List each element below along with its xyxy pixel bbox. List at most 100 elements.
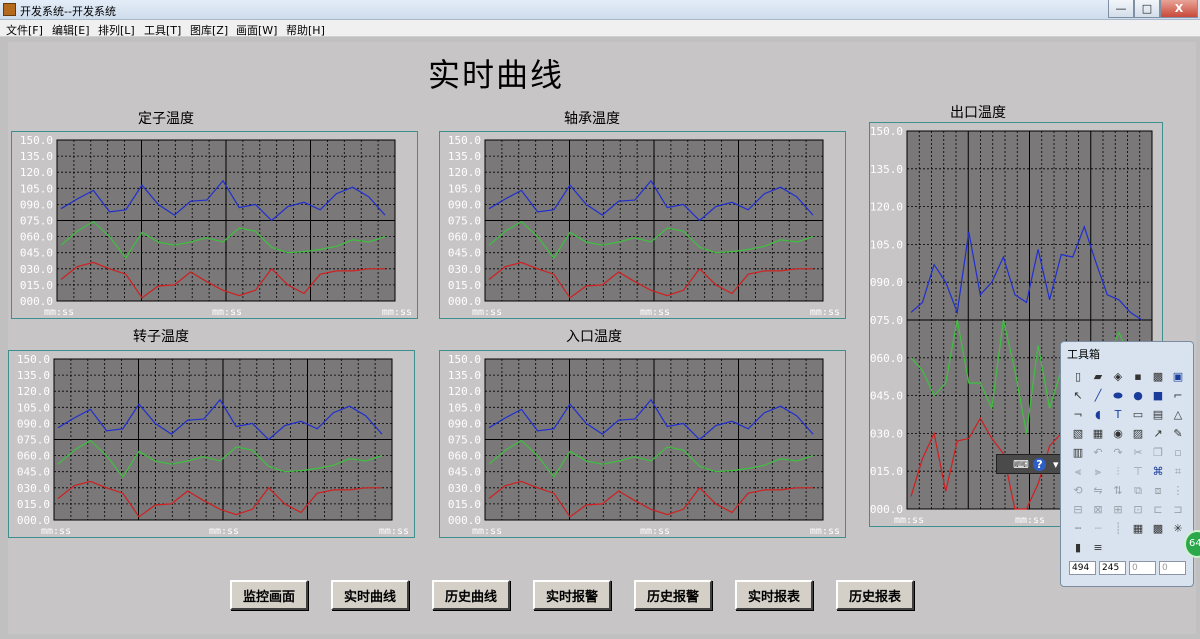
polyline-icon[interactable]: ⌐ (1169, 387, 1187, 405)
rounded-rect-icon[interactable]: ▭ (1129, 406, 1147, 424)
align-top-icon[interactable]: ⊤ (1129, 463, 1147, 481)
chart-stator[interactable]: 150.0 135.0 120.0 105.0 090.0 075.0 060.0 045.0… (11, 131, 418, 319)
y-tick-label: 150.0 (448, 353, 481, 366)
redo-icon[interactable]: ↷ (1109, 444, 1127, 462)
bracket-icon[interactable]: ¬ (1069, 406, 1087, 424)
history-report-button[interactable]: 历史报表 (836, 580, 914, 610)
gradient-icon[interactable]: ▮ (1069, 539, 1087, 557)
new-file-icon[interactable]: ▯ (1069, 368, 1087, 386)
help-icon[interactable]: ? (1033, 458, 1046, 471)
same-size-icon[interactable]: ⊞ (1109, 501, 1127, 519)
image-icon[interactable]: ▩ (1149, 368, 1167, 386)
menu-file[interactable]: 文件[F] (6, 22, 43, 38)
chart-rotor[interactable]: 150.0 135.0 120.0 105.0 090.0 075.0 060.0 045.0… (8, 350, 415, 538)
y-tick-label: 075.0 (448, 215, 481, 228)
same-height-icon[interactable]: ⊏ (1149, 501, 1167, 519)
ungroup-icon[interactable]: ⌗ (1169, 463, 1187, 481)
align-center-icon[interactable]: ⫸ (1089, 463, 1107, 481)
import-icon[interactable]: ◈ (1109, 368, 1127, 386)
pie-icon[interactable]: ◖ (1089, 406, 1107, 424)
maximize-button[interactable]: □ (1134, 0, 1160, 18)
x-axis-label: mm:ss (472, 526, 502, 537)
title-bar: 开发系统--开发系统 — □ X (0, 0, 1200, 20)
keyboard-icon[interactable]: ⌨ (1013, 458, 1029, 471)
menu-gallery[interactable]: 图库[Z] (190, 22, 228, 38)
space-horizontal-icon[interactable]: ⊟ (1069, 501, 1087, 519)
palette-icon[interactable]: ▩ (1149, 520, 1167, 538)
realtime-report-button[interactable]: 实时报表 (735, 580, 813, 610)
distribute-icon[interactable]: ⋮ (1169, 482, 1187, 500)
x-axis-label: mm:ss (41, 526, 71, 537)
dropdown-icon[interactable]: ▾ (1053, 458, 1059, 471)
y-tick-label: 015.0 (17, 498, 50, 511)
mosaic-icon[interactable]: ▦ (1129, 520, 1147, 538)
realtime-curve-button[interactable]: 实时曲线 (331, 580, 409, 610)
report-icon[interactable]: ▧ (1069, 425, 1087, 443)
menu-edit[interactable]: 编辑[E] (52, 22, 90, 38)
chart-stator-svg: 150.0 135.0 120.0 105.0 090.0 075.0 060.0 045.0… (20, 134, 412, 318)
order-icon[interactable]: ⇅ (1109, 482, 1127, 500)
dotted-line-icon[interactable]: ┈ (1089, 520, 1107, 538)
y-tick-label: 060.0 (448, 231, 481, 244)
menu-screen[interactable]: 画面[W] (236, 22, 277, 38)
flip-icon[interactable]: ⇋ (1089, 482, 1107, 500)
trend-icon[interactable]: ↗ (1149, 425, 1167, 443)
snap-icon[interactable]: ⊐ (1169, 501, 1187, 519)
monitor-screen-button[interactable]: 监控画面 (230, 580, 308, 610)
y-tick-label: 150.0 (17, 353, 50, 366)
group-icon[interactable]: ⌘ (1149, 463, 1167, 481)
y-tick-label: 015.0 (448, 279, 481, 292)
front-icon[interactable]: ⧉ (1129, 482, 1147, 500)
back-icon[interactable]: ⧈ (1149, 482, 1167, 500)
chart-inlet[interactable]: 150.0 135.0 120.0 105.0 090.0 075.0 060.0 045.0… (439, 350, 846, 538)
x-axis-label: mm:ss (44, 307, 74, 318)
minimize-button[interactable]: — (1108, 0, 1134, 18)
paste-icon[interactable]: ▫ (1169, 444, 1187, 462)
device-icon[interactable]: ▤ (1149, 406, 1167, 424)
rotate-icon[interactable]: ⟲ (1069, 482, 1087, 500)
coord-h: 0 (1159, 561, 1186, 575)
text-icon[interactable]: T (1109, 406, 1127, 424)
x-axis-label: mm:ss (640, 526, 670, 537)
chart-bearing[interactable]: 150.0 135.0 120.0 105.0 090.0 075.0 060.0 045.0… (439, 131, 846, 319)
panel-icon[interactable]: ▣ (1169, 368, 1187, 386)
menu-help[interactable]: 帮助[H] (286, 22, 325, 38)
y-tick-label: 090.0 (448, 417, 481, 430)
chart-icon[interactable]: ▨ (1129, 425, 1147, 443)
close-button[interactable]: X (1160, 0, 1198, 18)
y-tick-label: 045.0 (20, 247, 53, 260)
circle-icon[interactable]: ● (1129, 387, 1147, 405)
align-left-icon[interactable]: ⫷ (1069, 463, 1087, 481)
y-tick-label: 120.0 (448, 385, 481, 398)
y-tick-label: 090.0 (448, 198, 481, 211)
history-curve-button[interactable]: 历史曲线 (432, 580, 510, 610)
y-tick-label: 075.0 (17, 434, 50, 447)
grid-icon[interactable]: ▦ (1089, 425, 1107, 443)
ellipse-icon[interactable]: ⬬ (1109, 387, 1127, 405)
space-vertical-icon[interactable]: ⊠ (1089, 501, 1107, 519)
pen-icon[interactable]: ✎ (1169, 425, 1187, 443)
pointer-icon[interactable]: ↖ (1069, 387, 1087, 405)
shape-icon[interactable]: △ (1169, 406, 1187, 424)
line-icon[interactable]: ╱ (1089, 387, 1107, 405)
gauge-icon[interactable]: ◉ (1109, 425, 1127, 443)
y-tick-label: 060.0 (20, 231, 53, 244)
line-width-icon[interactable]: ≡ (1089, 539, 1107, 557)
open-folder-icon[interactable]: ▰ (1089, 368, 1107, 386)
menu-arrange[interactable]: 排列[L] (98, 22, 135, 38)
vertical-dots-icon[interactable]: ┊ (1109, 520, 1127, 538)
dash-line-icon[interactable]: ┅ (1069, 520, 1087, 538)
rectangle-icon[interactable]: ■ (1149, 387, 1167, 405)
cut-icon[interactable]: ✂ (1129, 444, 1147, 462)
save-icon[interactable]: ▪ (1129, 368, 1147, 386)
same-width-icon[interactable]: ⊡ (1129, 501, 1147, 519)
table-icon[interactable]: ▥ (1069, 444, 1087, 462)
menu-tools[interactable]: 工具[T] (144, 22, 181, 38)
undo-icon[interactable]: ↶ (1089, 444, 1107, 462)
realtime-alarm-button[interactable]: 实时报警 (533, 580, 611, 610)
color-picker-icon[interactable]: ✳ (1169, 520, 1187, 538)
copy-icon[interactable]: ❐ (1149, 444, 1167, 462)
align-right-icon[interactable]: ⫶ (1109, 463, 1127, 481)
history-alarm-button[interactable]: 历史报警 (634, 580, 712, 610)
chart-title-outlet: 出口温度 (950, 105, 1006, 121)
